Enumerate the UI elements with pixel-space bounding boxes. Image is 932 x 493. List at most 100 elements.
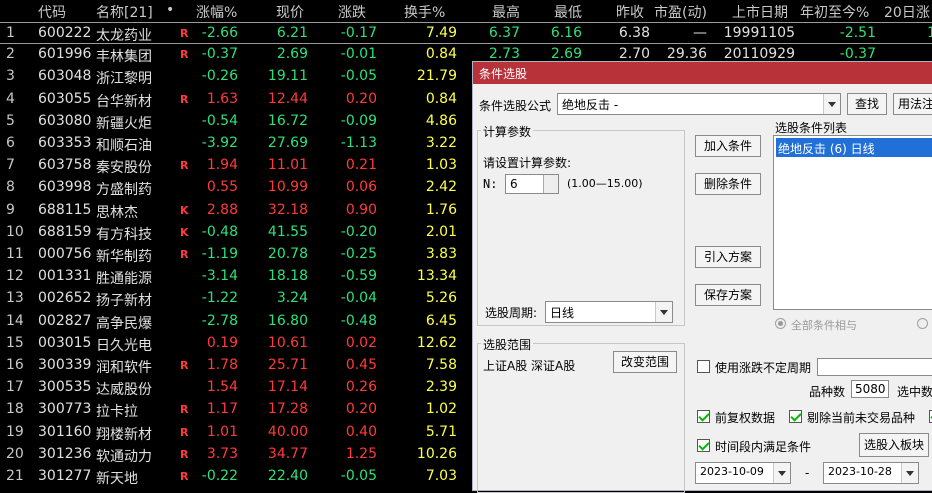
import-plan-button[interactable]: 引入方案	[695, 246, 761, 268]
cell-code: 603758	[38, 157, 92, 174]
col-header-code[interactable]: 代码	[38, 2, 66, 22]
table-row[interactable]: 1 600222 太龙药业 R -2.66 6.21 -0.17 7.49 6.37 6.16 6.…	[0, 22, 932, 44]
cell-turnover: 3.22	[425, 135, 457, 151]
cell-chg: 0.02	[345, 334, 377, 351]
col-header-d20[interactable]: 20日涨	[884, 2, 930, 22]
cell-flag: R	[180, 359, 189, 372]
cell-pct: 3.73	[206, 445, 238, 462]
cell-turnover: 1.03	[425, 157, 457, 174]
cell-price: 19.11	[267, 68, 308, 85]
cell-d20: 1	[927, 25, 932, 41]
col-header-pct[interactable]: 涨幅%	[196, 2, 237, 22]
cell-name: 翔楼新材	[96, 426, 152, 443]
col-header-turnover[interactable]: 换手%	[404, 2, 445, 22]
cell-idx: 2	[6, 46, 15, 63]
dialog-title: 条件选股	[479, 67, 528, 81]
dialog-title-bar[interactable]: 条件选股	[473, 62, 932, 84]
cell-idx: 21	[6, 468, 24, 484]
cell-chg: -0.05	[340, 68, 377, 85]
spin-down-icon[interactable]	[543, 184, 558, 193]
cell-flag: R	[180, 248, 189, 261]
params-prompt: 请设置计算参数:	[483, 156, 572, 170]
cell-code: 603353	[38, 135, 92, 151]
cell-turnover: 1.02	[425, 401, 457, 418]
exclude-untraded-checkbox[interactable]	[789, 410, 802, 423]
period-select-value: 日线	[550, 306, 575, 320]
condition-list[interactable]: 绝地反击 (6) 日线	[773, 135, 932, 310]
cell-code: 688159	[38, 223, 92, 240]
cell-idx: 16	[6, 357, 24, 373]
cell-high: 6.37	[488, 25, 520, 41]
col-header-pe[interactable]: 市盈(动)	[654, 2, 707, 22]
radio-all-and[interactable]	[775, 318, 786, 329]
cell-code: 300535	[38, 379, 92, 396]
cell-chg: -0.25	[340, 246, 377, 262]
cell-idx: 13	[6, 290, 24, 307]
cell-chg: -0.17	[340, 25, 377, 41]
col-header-prev[interactable]: 昨收	[616, 2, 644, 22]
col-header-chg[interactable]: 涨跌	[338, 2, 366, 22]
formula-select[interactable]: 绝地反击 -	[557, 93, 841, 115]
cell-pe: —	[693, 25, 707, 41]
cell-idx: 8	[6, 179, 15, 196]
cell-chg: -0.20	[340, 223, 377, 240]
param-n-value: 6	[510, 177, 518, 191]
col-header-price[interactable]: 现价	[276, 2, 304, 22]
cell-pct: 2.88	[206, 201, 238, 218]
add-condition-button[interactable]: 加入条件	[695, 135, 761, 157]
col-header-ytd[interactable]: 年初至今%	[800, 2, 869, 22]
param-n-spinner[interactable]: 6	[505, 174, 559, 194]
cell-flag: R	[180, 470, 189, 483]
cell-price: 20.78	[267, 246, 308, 262]
col-header-list-date[interactable]: 上市日期	[732, 2, 788, 22]
col-header-name[interactable]: 名称[21]	[96, 2, 153, 22]
cell-price: 11.01	[267, 157, 308, 174]
count-label: 品种数	[809, 385, 846, 399]
period-select[interactable]: 日线	[545, 301, 673, 323]
params-group-label: 计算参数	[481, 123, 534, 140]
cell-idx: 11	[6, 246, 24, 262]
cell-turnover: 1.76	[425, 201, 457, 218]
cell-price: 22.40	[267, 468, 308, 484]
condition-list-item-label: 绝地反击 (6) 日线	[778, 142, 875, 156]
cell-prev: 2.70	[618, 46, 650, 63]
condition-list-item[interactable]: 绝地反击 (6) 日线	[776, 138, 932, 157]
timerange-label: 时间段内满足条件	[715, 440, 812, 454]
cell-pct: -3.92	[201, 135, 238, 151]
timerange-checkbox[interactable]	[697, 439, 710, 452]
find-button[interactable]: 查找	[847, 93, 887, 115]
radio-any-or[interactable]	[917, 318, 928, 329]
cell-price: 17.28	[267, 401, 308, 418]
col-header-low[interactable]: 最低	[554, 2, 582, 22]
cell-idx: 17	[6, 379, 24, 396]
cell-turnover: 6.45	[425, 312, 457, 329]
uncertain-period-field[interactable]	[817, 358, 932, 376]
formula-label: 条件选股公式	[479, 99, 552, 113]
cell-pct: 0.19	[206, 334, 238, 351]
cell-turnover: 7.49	[425, 25, 457, 41]
save-plan-button[interactable]: 保存方案	[695, 284, 761, 306]
cell-code: 300773	[38, 401, 92, 418]
cell-price: 40.00	[267, 423, 308, 440]
cell-code: 002652	[38, 290, 92, 307]
delete-condition-button[interactable]: 删除条件	[695, 173, 761, 195]
add-to-board-button[interactable]: 选股入板块	[859, 433, 929, 457]
cell-chg: -0.01	[340, 46, 377, 63]
cell-chg: -0.59	[340, 268, 377, 285]
cell-chg: -0.09	[340, 112, 377, 129]
usage-button[interactable]: 用法注	[893, 93, 932, 115]
period-label: 选股周期:	[485, 306, 538, 320]
cell-pct: -2.78	[201, 312, 238, 329]
cell-idx: 14	[6, 312, 24, 329]
exclude-untraded-label: 剔除当前未交易品种	[807, 411, 916, 425]
cell-idx: 3	[6, 68, 15, 85]
cell-chg: 0.21	[345, 157, 377, 174]
col-header-high[interactable]: 最高	[492, 2, 520, 22]
cell-price: 18.18	[267, 268, 308, 285]
date-to-picker[interactable]: 2023-10-28	[823, 462, 919, 484]
col-header-dot: •	[166, 2, 175, 18]
adjust-data-checkbox[interactable]	[697, 410, 710, 423]
use-uncertain-period-checkbox[interactable]	[697, 360, 710, 373]
date-from-picker[interactable]: 2023-10-09	[695, 462, 791, 484]
change-range-button[interactable]: 改变范围	[613, 351, 677, 373]
